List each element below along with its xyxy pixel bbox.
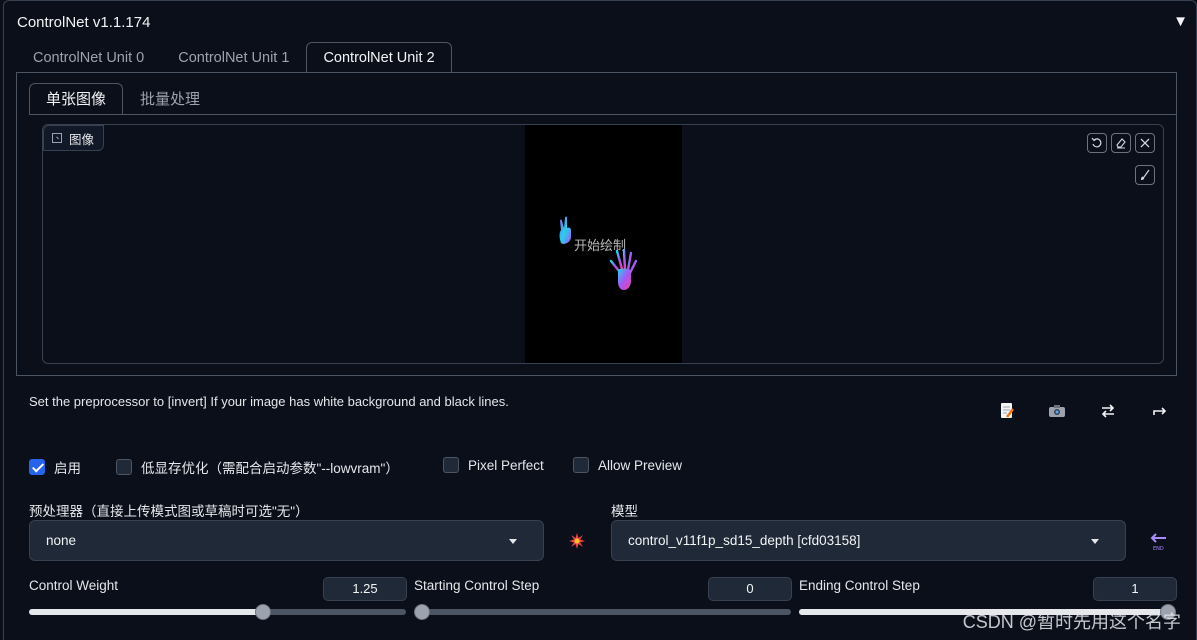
open-new-canvas-button[interactable]	[996, 400, 1018, 422]
lowvram-checkbox[interactable]: 低显存优化（需配合启动参数"--lowvram"）	[116, 457, 399, 477]
webcam-button[interactable]	[1046, 400, 1068, 422]
undo-button[interactable]	[1087, 133, 1107, 153]
tab-controlnet-unit-1[interactable]: ControlNet Unit 1	[161, 42, 306, 73]
explosion-icon	[569, 533, 585, 549]
collapse-arrow-icon[interactable]: ▼	[1173, 13, 1188, 30]
ending-step-label: Ending Control Step	[799, 578, 920, 593]
preprocessor-value: none	[46, 533, 77, 548]
brush-icon	[1141, 169, 1150, 180]
watermark: CSDN @暂时先用这个名字	[962, 612, 1181, 632]
control-weight-fill	[29, 609, 265, 615]
mirror-webcam-button[interactable]	[1097, 400, 1119, 422]
edit-note-icon	[1001, 403, 1014, 418]
allow-preview-checkbox[interactable]: Allow Preview	[573, 457, 682, 473]
swap-icon	[1101, 404, 1115, 418]
svg-text:END: END	[1153, 546, 1164, 552]
run-preprocessor-button[interactable]	[566, 530, 588, 552]
model-value: control_v11f1p_sd15_depth [cfd03158]	[628, 533, 861, 548]
send-dimensions-icon	[1153, 407, 1167, 415]
lowvram-label: 低显存优化（需配合启动参数"--lowvram"）	[141, 461, 399, 476]
model-label: 模型	[611, 504, 638, 519]
input-mode-tabs: 单张图像 批量处理	[29, 83, 217, 115]
preprocessor-dropdown[interactable]: none	[29, 520, 544, 561]
drawing-canvas[interactable]: 开始绘制	[525, 125, 682, 363]
brush-button[interactable]	[1135, 165, 1155, 185]
pixel-perfect-checkbox[interactable]: Pixel Perfect	[443, 457, 544, 473]
starting-step-label: Starting Control Step	[414, 578, 540, 593]
clear-button[interactable]	[1135, 133, 1155, 153]
tab-controlnet-unit-0[interactable]: ControlNet Unit 0	[16, 42, 161, 73]
panel-title: ControlNet v1.1.174	[17, 14, 151, 31]
model-dropdown[interactable]: control_v11f1p_sd15_depth [cfd03158]	[611, 520, 1126, 561]
pixel-perfect-checkbox-box[interactable]	[443, 457, 459, 473]
lowvram-checkbox-box[interactable]	[116, 459, 132, 475]
chevron-down-icon	[1091, 539, 1099, 544]
peace-hand-icon	[559, 216, 571, 244]
close-icon	[1140, 138, 1150, 148]
preprocessor-hint: Set the preprocessor to [invert] If your…	[29, 394, 509, 409]
image-label-text: 图像	[69, 132, 95, 147]
enable-checkbox-box[interactable]	[29, 459, 45, 475]
preprocessor-label: 预处理器（直接上传模式图或草稿时可选"无"）	[29, 504, 309, 519]
chevron-down-icon	[509, 539, 517, 544]
undo-icon	[1091, 137, 1102, 148]
allow-preview-checkbox-box[interactable]	[573, 457, 589, 473]
tab-controlnet-unit-2[interactable]: ControlNet Unit 2	[306, 42, 452, 73]
sub-tabs-divider	[29, 114, 1177, 115]
unit-tabs: ControlNet Unit 0 ControlNet Unit 1 Cont…	[16, 42, 452, 73]
refresh-models-button[interactable]: END	[1148, 531, 1170, 553]
starting-step-input[interactable]: 0	[708, 577, 792, 601]
control-weight-thumb[interactable]	[254, 604, 271, 620]
image-icon	[52, 133, 62, 143]
tab-single-image[interactable]: 单张图像	[29, 83, 124, 115]
image-block-label: 图像	[43, 125, 105, 151]
open-hand-icon	[609, 249, 637, 290]
camera-icon	[1049, 405, 1065, 417]
enable-label: 启用	[54, 461, 81, 476]
control-weight-slider[interactable]	[29, 604, 406, 620]
send-dimensions-button[interactable]	[1149, 400, 1171, 422]
starting-step-slider[interactable]	[414, 604, 791, 620]
tab-batch[interactable]: 批量处理	[123, 83, 217, 115]
starting-step-thumb[interactable]	[414, 604, 430, 620]
end-arrow-icon: END	[1150, 533, 1166, 552]
allow-preview-label: Allow Preview	[598, 457, 683, 473]
control-weight-label: Control Weight	[29, 578, 119, 593]
pixel-perfect-label: Pixel Perfect	[468, 457, 544, 473]
image-input-area[interactable]: 图像 开始绘制	[42, 124, 1164, 364]
eraser-button[interactable]	[1111, 133, 1131, 153]
ending-step-input[interactable]: 1	[1093, 577, 1177, 601]
control-weight-input[interactable]: 1.25	[323, 577, 407, 601]
eraser-icon	[1116, 138, 1126, 149]
enable-checkbox[interactable]: 启用	[29, 457, 81, 477]
